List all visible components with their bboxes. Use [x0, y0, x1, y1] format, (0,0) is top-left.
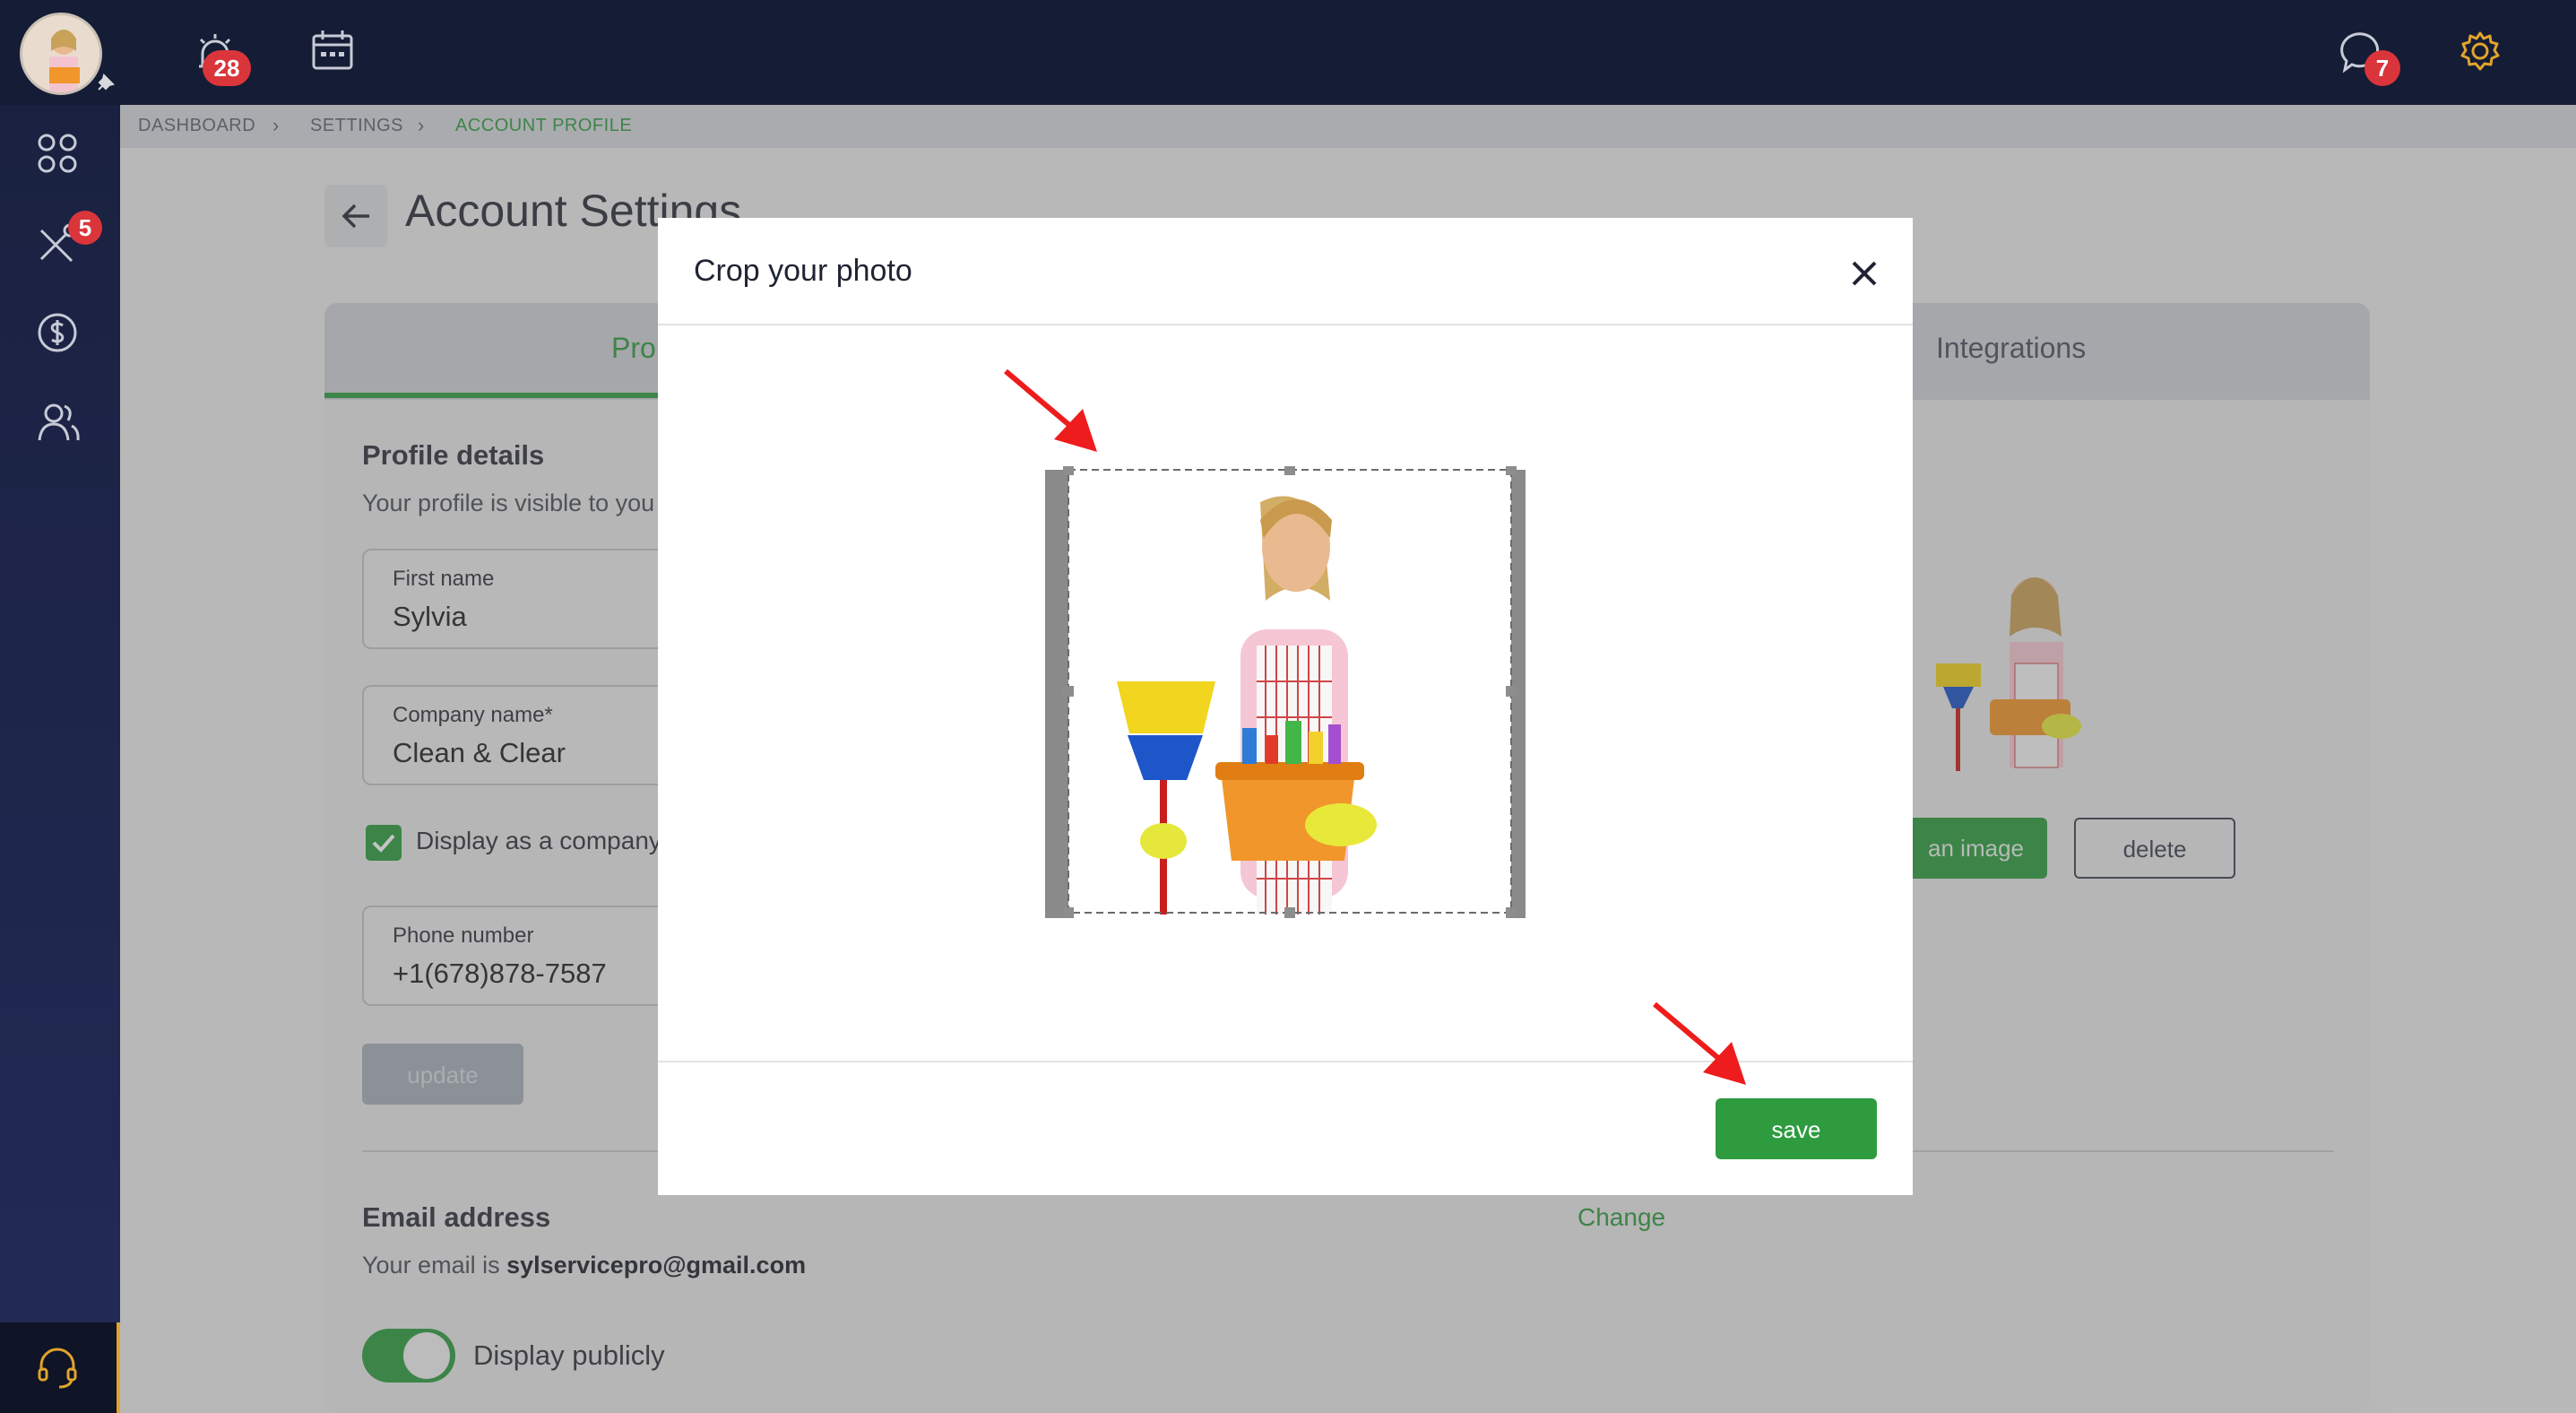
company-name-label: Company name*: [393, 703, 553, 727]
tab-integrations[interactable]: Integrations: [1936, 332, 2086, 365]
email-address: sylservicepro@gmail.com: [506, 1252, 807, 1279]
company-name-field[interactable]: Company name* Clean & Clear: [362, 685, 685, 785]
profile-details-heading: Profile details: [362, 439, 545, 471]
change-email-link[interactable]: Change: [1578, 1203, 1665, 1232]
annotation-arrow-icon: [1653, 1001, 1746, 1085]
update-button[interactable]: update: [362, 1044, 523, 1105]
user-avatar[interactable]: [20, 13, 102, 95]
display-publicly-label: Display publicly: [473, 1339, 665, 1371]
profile-visibility-text: Your profile is visible to you: [362, 490, 655, 516]
display-as-company-checkbox[interactable]: [366, 825, 402, 861]
email-prefix: Your email is: [362, 1252, 500, 1279]
display-publicly-toggle[interactable]: [362, 1329, 455, 1383]
dialog-title: Crop your photo: [694, 254, 912, 288]
company-name-value: Clean & Clear: [393, 737, 566, 768]
email-text: Your email is sylservicepro@gmail.com: [362, 1252, 806, 1279]
calendar-icon[interactable]: [310, 29, 355, 72]
users-icon[interactable]: [36, 401, 81, 444]
pin-icon[interactable]: [95, 70, 118, 93]
first-name-value: Sylvia: [393, 601, 467, 632]
crop-area[interactable]: [1045, 466, 1526, 920]
phone-number-field[interactable]: Phone number +1(678)878-7587: [362, 906, 685, 1006]
email-heading: Email address: [362, 1201, 551, 1233]
sidebar: 5: [0, 105, 120, 1413]
breadcrumb-separator: ›: [272, 114, 280, 136]
toggle-knob: [403, 1332, 450, 1379]
breadcrumb: DASHBOARD › SETTINGS › ACCOUNT PROFILE: [120, 105, 2576, 148]
save-button[interactable]: save: [1716, 1098, 1877, 1159]
breadcrumb-settings[interactable]: SETTINGS: [310, 116, 403, 136]
annotation-arrow-icon: [1004, 368, 1097, 452]
upload-image-button[interactable]: an image: [1891, 818, 2047, 879]
profile-photo: [1936, 577, 2081, 771]
phone-number-value: +1(678)878-7587: [393, 958, 607, 989]
alerts-badge: 28: [203, 50, 251, 86]
tools-badge: 5: [68, 211, 102, 245]
dollar-icon[interactable]: [36, 311, 79, 354]
active-tab-indicator: [324, 393, 665, 398]
breadcrumb-account-profile: ACCOUNT PROFILE: [455, 116, 633, 135]
checkmark-icon: [372, 834, 395, 853]
messages-badge: 7: [2364, 50, 2400, 86]
first-name-label: First name: [393, 567, 495, 591]
close-icon[interactable]: [1845, 254, 1884, 293]
back-button[interactable]: [324, 185, 387, 247]
arrow-left-icon: [341, 204, 369, 229]
breadcrumb-separator: ›: [418, 114, 425, 136]
support-area: [0, 1322, 120, 1413]
gear-icon[interactable]: [2459, 30, 2501, 72]
display-as-company-label: Display as a company: [416, 827, 661, 854]
headset-icon[interactable]: [36, 1346, 79, 1391]
breadcrumb-dashboard[interactable]: DASHBOARD: [138, 116, 255, 136]
delete-image-button[interactable]: delete: [2074, 818, 2235, 879]
dialog-header: Crop your photo: [658, 218, 1913, 325]
dashboard-icon[interactable]: [36, 132, 79, 175]
first-name-field[interactable]: First name Sylvia: [362, 549, 685, 649]
top-bar: 28 7: [0, 0, 2576, 105]
phone-number-label: Phone number: [393, 923, 534, 948]
tab-profile[interactable]: Pro: [611, 332, 656, 365]
